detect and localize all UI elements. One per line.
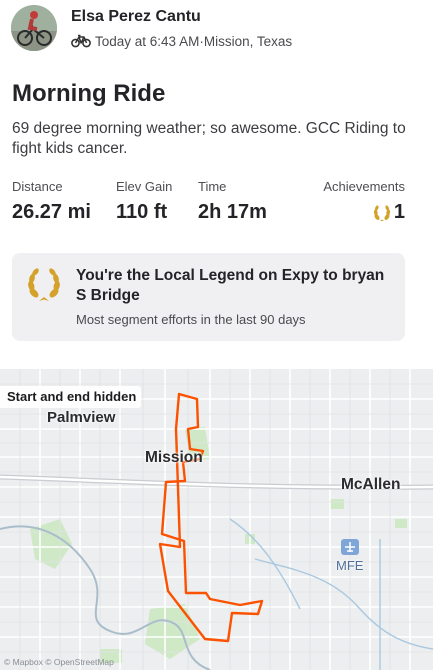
laurel-icon [25, 266, 63, 309]
stat-time: Time 2h 17m [198, 179, 267, 224]
stat-elev-gain: Elev Gain 110 ft [116, 179, 172, 224]
stat-label: Achievements [323, 179, 405, 194]
privacy-label: Start and end hidden [0, 386, 142, 408]
stat-label: Distance [12, 179, 63, 194]
stat-label: Time [198, 179, 227, 194]
athlete-name[interactable]: Elsa Perez Cantu [71, 8, 201, 26]
activity-title: Morning Ride [12, 80, 166, 107]
stat-value: 110 ft [116, 201, 168, 223]
laurel-icon [373, 204, 390, 221]
place-label-mission: Mission [145, 449, 203, 466]
local-legend-title: You're the Local Legend on Expy to bryan… [76, 267, 385, 304]
activity-location: Mission, Texas [203, 33, 293, 49]
stat-value: 26.27 mi [12, 201, 91, 223]
bike-icon [71, 34, 91, 48]
achievement-count: 1 [393, 201, 405, 223]
local-legend-card[interactable]: You're the Local Legend on Expy to bryan… [12, 253, 405, 341]
stat-label: Elev Gain [116, 179, 173, 194]
local-legend-subtitle: Most segment efforts in the last 90 days [76, 312, 306, 327]
route-map[interactable]: Start and end hidden Palmview Mission Mc… [0, 369, 433, 670]
stat-value: 1 [323, 201, 405, 224]
avatar[interactable] [11, 5, 57, 51]
activity-header: Elsa Perez Cantu Today at 6:43 AM · Miss… [0, 0, 433, 60]
stat-achievements[interactable]: Achievements 1 [323, 179, 405, 224]
activity-meta: Today at 6:43 AM · Mission, Texas [71, 32, 292, 50]
activity-timestamp: Today at 6:43 AM [95, 33, 200, 49]
stat-value: 2h 17m [198, 201, 267, 223]
place-label-airport: MFE [336, 558, 364, 573]
map-attribution[interactable]: © Mapbox © OpenStreetMap [4, 657, 114, 667]
stat-distance: Distance 26.27 mi [12, 179, 91, 224]
activity-description: 69 degree morning weather; so awesome. G… [12, 120, 406, 157]
place-label-mcallen: McAllen [341, 476, 401, 493]
place-label-palmview: Palmview [47, 409, 116, 426]
